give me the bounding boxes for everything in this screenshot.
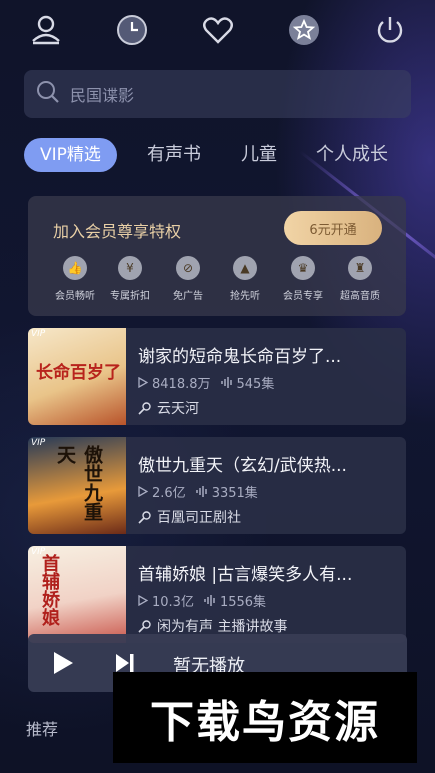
play-count: 8418.8万 [152, 377, 211, 392]
book-item[interactable]: VIP 傲世九重天 傲世九重天（玄幻/武侠热... 2.6亿 3351集 百凰司… [28, 437, 406, 534]
book-meta: 2.6亿 3351集 [138, 482, 268, 501]
top-icon-bar [0, 0, 435, 62]
microphone-icon [138, 401, 151, 415]
play-count: 2.6亿 [152, 486, 186, 501]
perk-label: 抢先听 [230, 291, 260, 302]
star-favorite-icon[interactable] [286, 12, 322, 48]
perk-item[interactable]: 👍 会员畅听 [45, 256, 105, 302]
book-title: 谢家的短命鬼长命百岁了... [138, 347, 342, 367]
perk-item[interactable]: ¥ 专属折扣 [100, 256, 160, 302]
watermark-text: 下载鸟资源 [150, 696, 380, 748]
tab-audiobook[interactable]: 有声书 [147, 138, 201, 172]
vip-open-button[interactable]: 6元开通 [284, 211, 382, 245]
episodes-icon [204, 595, 215, 606]
episode-count: 545集 [236, 377, 275, 392]
perk-item[interactable]: ⊘ 免广告 [158, 256, 218, 302]
vip-badge: VIP [31, 329, 46, 339]
perk-item[interactable]: ▲ 抢先听 [215, 256, 275, 302]
author-name: 云天河 [157, 401, 199, 417]
tab-vip[interactable]: VIP精选 [24, 138, 117, 172]
cover-title: 长命百岁了 [36, 363, 121, 383]
book-meta: 8418.8万 545集 [138, 373, 284, 392]
author-name: 闲为有声 主播讲故事 [157, 619, 288, 635]
tab-personal-growth[interactable]: 个人成长 [316, 138, 388, 172]
thumbs-up-icon: 👍 [63, 256, 87, 280]
perk-item[interactable]: ♜ 超高音质 [330, 256, 390, 302]
discount-tag-icon: ¥ [118, 256, 142, 280]
power-icon[interactable] [372, 12, 408, 48]
microphone-icon [138, 619, 151, 633]
cover-title: 首辅娇娘 [39, 554, 60, 626]
perk-label: 超高音质 [340, 291, 380, 302]
member-exclusive-icon: ♛ [291, 256, 315, 280]
watermark: 下载鸟资源 [113, 672, 417, 763]
book-item[interactable]: VIP 首辅娇娘 首辅娇娘 |古言爆笑多人有... 10.3亿 1556集 闲为… [28, 546, 406, 643]
perk-item[interactable]: ♛ 会员专享 [273, 256, 333, 302]
vip-promo-card: 加入会员尊享特权 6元开通 👍 会员畅听 ¥ 专属折扣 ⊘ 免广告 ▲ 抢先听 … [28, 196, 406, 316]
perk-label: 会员专享 [283, 291, 323, 302]
vip-title: 加入会员尊享特权 [53, 222, 182, 241]
perk-label: 免广告 [173, 291, 203, 302]
play-icon[interactable] [52, 651, 74, 679]
vip-badge: VIP [31, 438, 46, 448]
category-tabs: VIP精选 有声书 儿童 个人成长 [24, 138, 424, 172]
no-ads-icon: ⊘ [176, 256, 200, 280]
book-item[interactable]: VIP 长命百岁了 谢家的短命鬼长命百岁了... 8418.8万 545集 云天… [28, 328, 406, 425]
search-icon [36, 80, 60, 108]
play-count-icon [138, 486, 148, 497]
bottom-nav-recommend[interactable]: 推荐 [26, 716, 58, 740]
episode-count: 1556集 [219, 595, 267, 610]
book-title: 傲世九重天（玄幻/武侠热... [138, 456, 347, 476]
tab-children[interactable]: 儿童 [241, 138, 277, 172]
microphone-icon [138, 510, 151, 524]
book-cover: VIP 傲世九重天 [28, 437, 126, 534]
book-title: 首辅娇娘 |古言爆笑多人有... [138, 565, 353, 585]
book-meta: 10.3亿 1556集 [138, 591, 276, 610]
play-count-icon [138, 377, 148, 388]
early-access-icon: ▲ [233, 256, 257, 280]
play-count: 10.3亿 [152, 595, 194, 610]
book-cover: VIP 长命百岁了 [28, 328, 126, 425]
book-cover: VIP 首辅娇娘 [28, 546, 126, 643]
book-author: 云天河 [138, 398, 199, 418]
heart-icon[interactable] [200, 12, 236, 48]
history-clock-icon[interactable] [114, 12, 150, 48]
user-icon[interactable] [28, 12, 64, 48]
episodes-icon [195, 486, 207, 497]
search-bar[interactable]: 民国谍影 [24, 70, 411, 118]
author-name: 百凰司正剧社 [157, 510, 241, 526]
trophy-icon: ♜ [348, 256, 372, 280]
perk-label: 会员畅听 [55, 291, 95, 302]
perk-label: 专属折扣 [110, 291, 150, 302]
play-count-icon [138, 595, 148, 606]
cover-title: 傲世九重天 [54, 445, 103, 521]
search-placeholder: 民国谍影 [70, 86, 135, 105]
book-author: 闲为有声 主播讲故事 [138, 616, 287, 636]
book-author: 百凰司正剧社 [138, 507, 241, 527]
episodes-icon [220, 377, 232, 388]
episode-count: 3351集 [211, 486, 258, 501]
